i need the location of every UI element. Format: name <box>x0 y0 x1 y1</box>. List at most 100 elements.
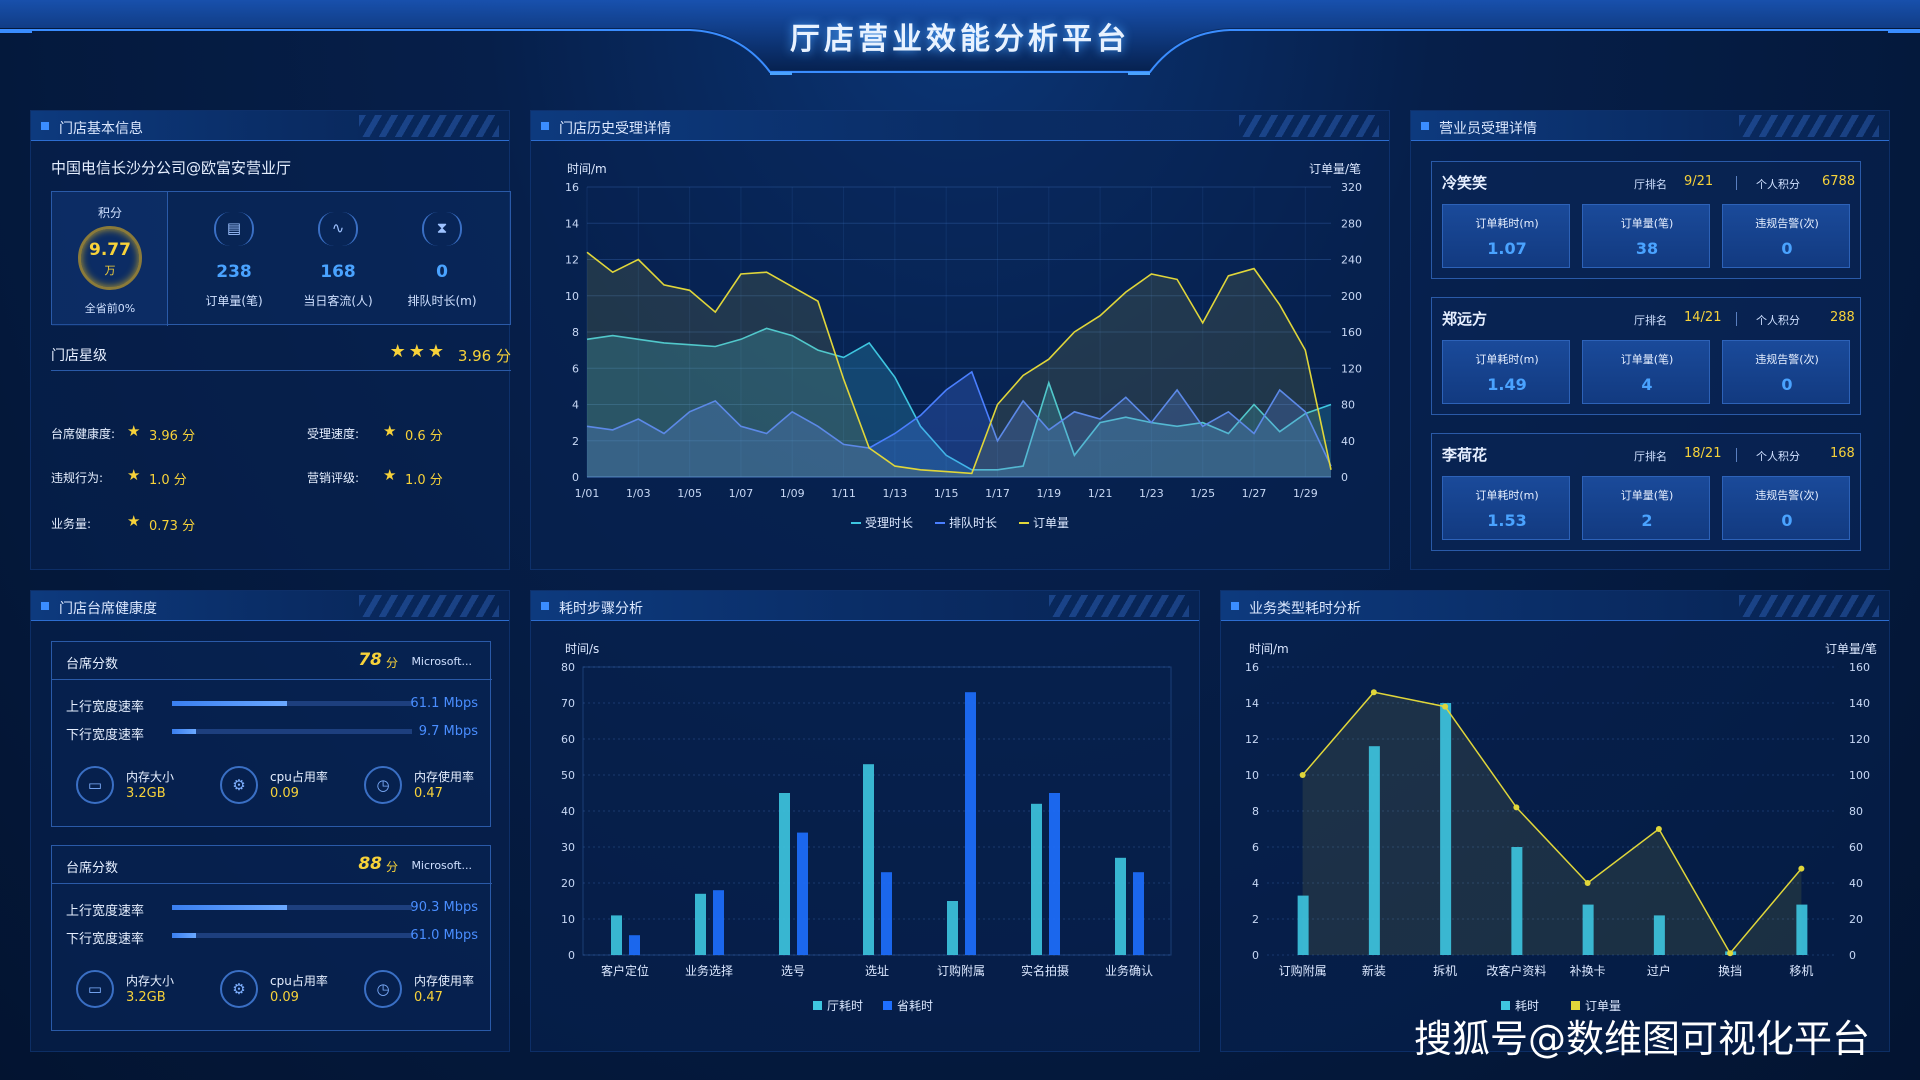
panel-title: 门店基本信息 <box>59 121 143 137</box>
line-point <box>1798 865 1805 872</box>
y-tick-label: 70 <box>561 697 575 710</box>
order-time-cell: 订单耗时(m) 1.53 <box>1442 476 1570 540</box>
star-icons: ★★★ <box>389 341 447 362</box>
x-tick-label: 业务确认 <box>1105 963 1153 978</box>
y2-axis-title: 订单量/笔 <box>1825 641 1877 656</box>
cell-value: 4 <box>1641 375 1653 394</box>
res-label: 内存使用率 <box>414 770 475 784</box>
kpi-label: 排队时长(m) <box>407 294 477 308</box>
y-tick-label: 80 <box>561 661 575 674</box>
points-value: 168 <box>1830 446 1855 461</box>
legend-label: 厅耗时 <box>827 999 863 1013</box>
panel-header: 门店历史受理详情 <box>531 111 1389 141</box>
business-combo-chart: 时间/m 订单量/笔0246810121416020406080100120140… <box>1245 641 1877 1013</box>
score-unit: 万 <box>104 264 116 277</box>
x-tick-label: 选址 <box>865 964 889 978</box>
res-value: 0.47 <box>414 786 443 801</box>
y-tick-label: 10 <box>1245 769 1259 782</box>
clipboard-icon: ▤ <box>214 212 254 246</box>
panel-header: 门店基本信息 <box>31 111 509 141</box>
score-label: 积分 <box>97 206 122 220</box>
cpu-usage: ⚙ cpu占用率 0.09 <box>210 760 340 810</box>
res-value: 0.47 <box>414 990 443 1005</box>
res-label: cpu占用率 <box>270 974 328 988</box>
cell-label: 违规告警(次) <box>1755 217 1819 230</box>
staff-card[interactable]: 郑远方 厅排名 14/21 个人积分 288 订单耗时(m) 1.49 订单量(笔… <box>1431 297 1861 415</box>
x-tick-label: 1/27 <box>1242 487 1267 500</box>
order-time-cell: 订单耗时(m) 1.49 <box>1442 340 1570 404</box>
download-track <box>172 933 412 938</box>
history-line-chart: 时间/m 订单量/笔0246810121416040801201602002402… <box>565 161 1362 530</box>
y-tick-label: 4 <box>1252 877 1259 890</box>
points-label: 个人积分 <box>1756 450 1800 463</box>
metric-speed: 受理速度: ★ 0.6 分 <box>307 422 443 444</box>
legend-swatch <box>883 1001 892 1010</box>
memory-size: ▭ 内存大小 3.2GB <box>66 760 196 810</box>
seat-app: Microsoft... <box>411 859 472 872</box>
y-tick-label: 14 <box>565 217 579 230</box>
staff-card[interactable]: 冷笑笑 厅排名 9/21 个人积分 6788 订单耗时(m) 1.07 订单量(笔… <box>1431 161 1861 279</box>
seat-health-card: 台席分数 88 分 Microsoft... 上行宽度速率 90.3 Mbps … <box>51 845 492 1031</box>
download-track <box>172 729 412 734</box>
watermark-text: 搜狐号@数维图可视化平台 <box>1413 1017 1870 1061</box>
cpu-icon: ⚙ <box>220 970 258 1008</box>
bar <box>863 764 874 955</box>
download-label: 下行宽度速率 <box>66 728 145 743</box>
header: 厅店营业效能分析平台 <box>0 0 1920 80</box>
line-point <box>1299 772 1306 778</box>
panel-title: 耗时步骤分析 <box>559 601 643 617</box>
panel-header: 营业员受理详情 <box>1411 111 1889 141</box>
clock-icon: ◷ <box>364 970 402 1008</box>
res-label: 内存使用率 <box>414 974 475 988</box>
star-icon: ★ <box>127 422 141 440</box>
metric-value: 0.73 分 <box>149 519 196 534</box>
x-tick-label: 移机 <box>1789 964 1813 978</box>
x-tick-label: 1/05 <box>677 487 702 500</box>
kpi-orders: ▤ 238 订单量(笔) <box>182 192 286 326</box>
bar <box>881 872 892 955</box>
kpi-value: 238 <box>216 262 252 282</box>
line-point <box>1727 950 1734 957</box>
rank-value: 14/21 <box>1684 310 1722 325</box>
kpi-value: 168 <box>320 262 356 282</box>
legend-label: 订单量 <box>1033 516 1069 530</box>
steps-bar-chart: 时间/s 0 10 20 30 40 50 60 70 80 客户定位 业务选择 选号 选址 订购附属 实名拍… <box>561 642 1172 1013</box>
bar <box>1297 895 1309 955</box>
y2-tick-label: 120 <box>1849 733 1870 746</box>
bar <box>1653 915 1665 955</box>
y2-axis-title: 订单量/笔 <box>1309 161 1361 176</box>
y2-tick-label: 0 <box>1341 471 1348 484</box>
page-title: 厅店营业效能分析平台 <box>790 22 1130 57</box>
upload-track <box>172 701 412 706</box>
y-tick-label: 12 <box>565 254 579 267</box>
x-tick-label: 1/21 <box>1088 487 1113 500</box>
x-tick-label: 过户 <box>1647 963 1671 978</box>
metric-value: 0.6 分 <box>405 429 443 444</box>
y2-tick-label: 200 <box>1341 290 1362 303</box>
clock-icon: ◷ <box>364 766 402 804</box>
plot-border <box>582 666 1172 956</box>
metric-value: 1.0 分 <box>149 473 187 488</box>
y-tick-label: 0 <box>1252 949 1259 962</box>
line-point <box>1442 703 1449 710</box>
star-value: 3.96 分 <box>457 347 511 365</box>
square-icon <box>1421 122 1429 130</box>
star-icon: ★ <box>383 422 397 440</box>
order-count-cell: 订单量(笔) 4 <box>1582 340 1710 404</box>
staff-card[interactable]: 李荷花 厅排名 18/21 个人积分 168 订单耗时(m) 1.53 订单量(笔… <box>1431 433 1861 551</box>
order-count-cell: 订单量(笔) 38 <box>1582 204 1710 268</box>
kpi-value: 0 <box>436 262 448 282</box>
memory-usage: ◷ 内存使用率 0.47 <box>354 760 484 810</box>
line-point <box>1584 880 1591 886</box>
seat-health-card: 台席分数 78 分 Microsoft... 上行宽度速率 61.1 Mbps … <box>51 641 492 827</box>
x-tick-label: 订购附属 <box>1279 963 1327 978</box>
metric-volume: 业务量: ★ 0.73 分 <box>51 512 195 534</box>
points-label: 个人积分 <box>1756 314 1800 327</box>
bar <box>1368 746 1380 955</box>
x-tick-label: 1/15 <box>934 487 959 500</box>
metric-label: 受理速度: <box>307 427 360 441</box>
memory-icon: ▭ <box>76 970 114 1008</box>
bar <box>1031 803 1042 955</box>
seat-score-unit: 分 <box>385 656 398 670</box>
bar <box>629 935 640 955</box>
